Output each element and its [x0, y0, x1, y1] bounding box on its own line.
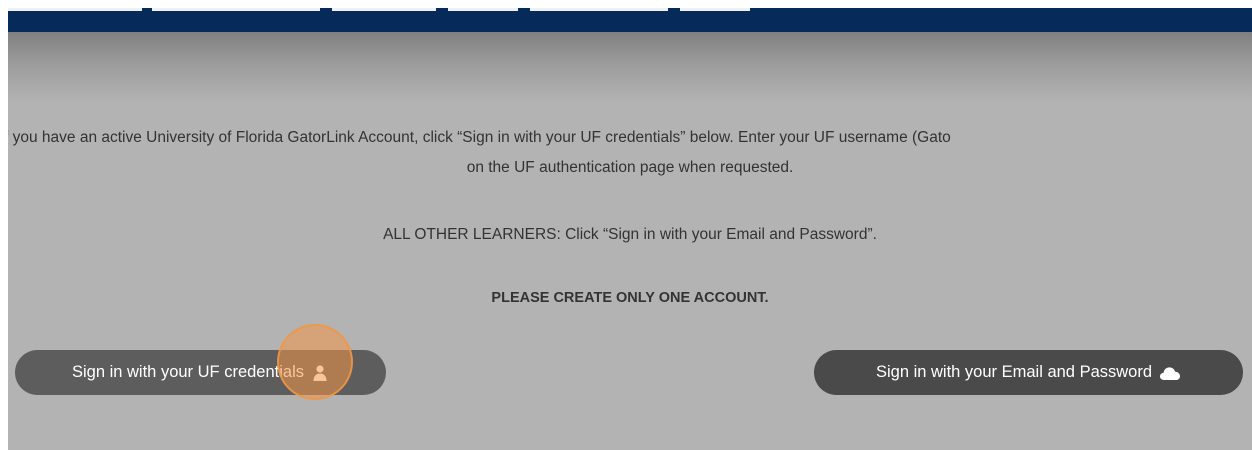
intro-text-line-1: f you have an active University of Flori…: [8, 129, 951, 146]
uf-credentials-signin-button[interactable]: Sign in with your UF credentials: [15, 350, 386, 395]
email-password-signin-button[interactable]: Sign in with your Email and Password: [814, 350, 1243, 395]
email-signin-label: Sign in with your Email and Password: [875, 363, 1153, 381]
sign-in-content: f you have an active University of Flori…: [8, 8, 1252, 450]
intro-text-line-2: on the UF authentication page when reque…: [466, 159, 794, 176]
one-account-notice: PLEASE CREATE ONLY ONE ACCOUNT.: [491, 290, 769, 306]
user-icon: [311, 364, 329, 382]
page-overlay: f you have an active University of Flori…: [8, 8, 1252, 450]
other-learners-text: ALL OTHER LEARNERS: Click “Sign in with …: [383, 226, 877, 243]
cloud-icon: [1159, 364, 1181, 382]
uf-signin-label: Sign in with your UF credentials: [71, 363, 304, 381]
